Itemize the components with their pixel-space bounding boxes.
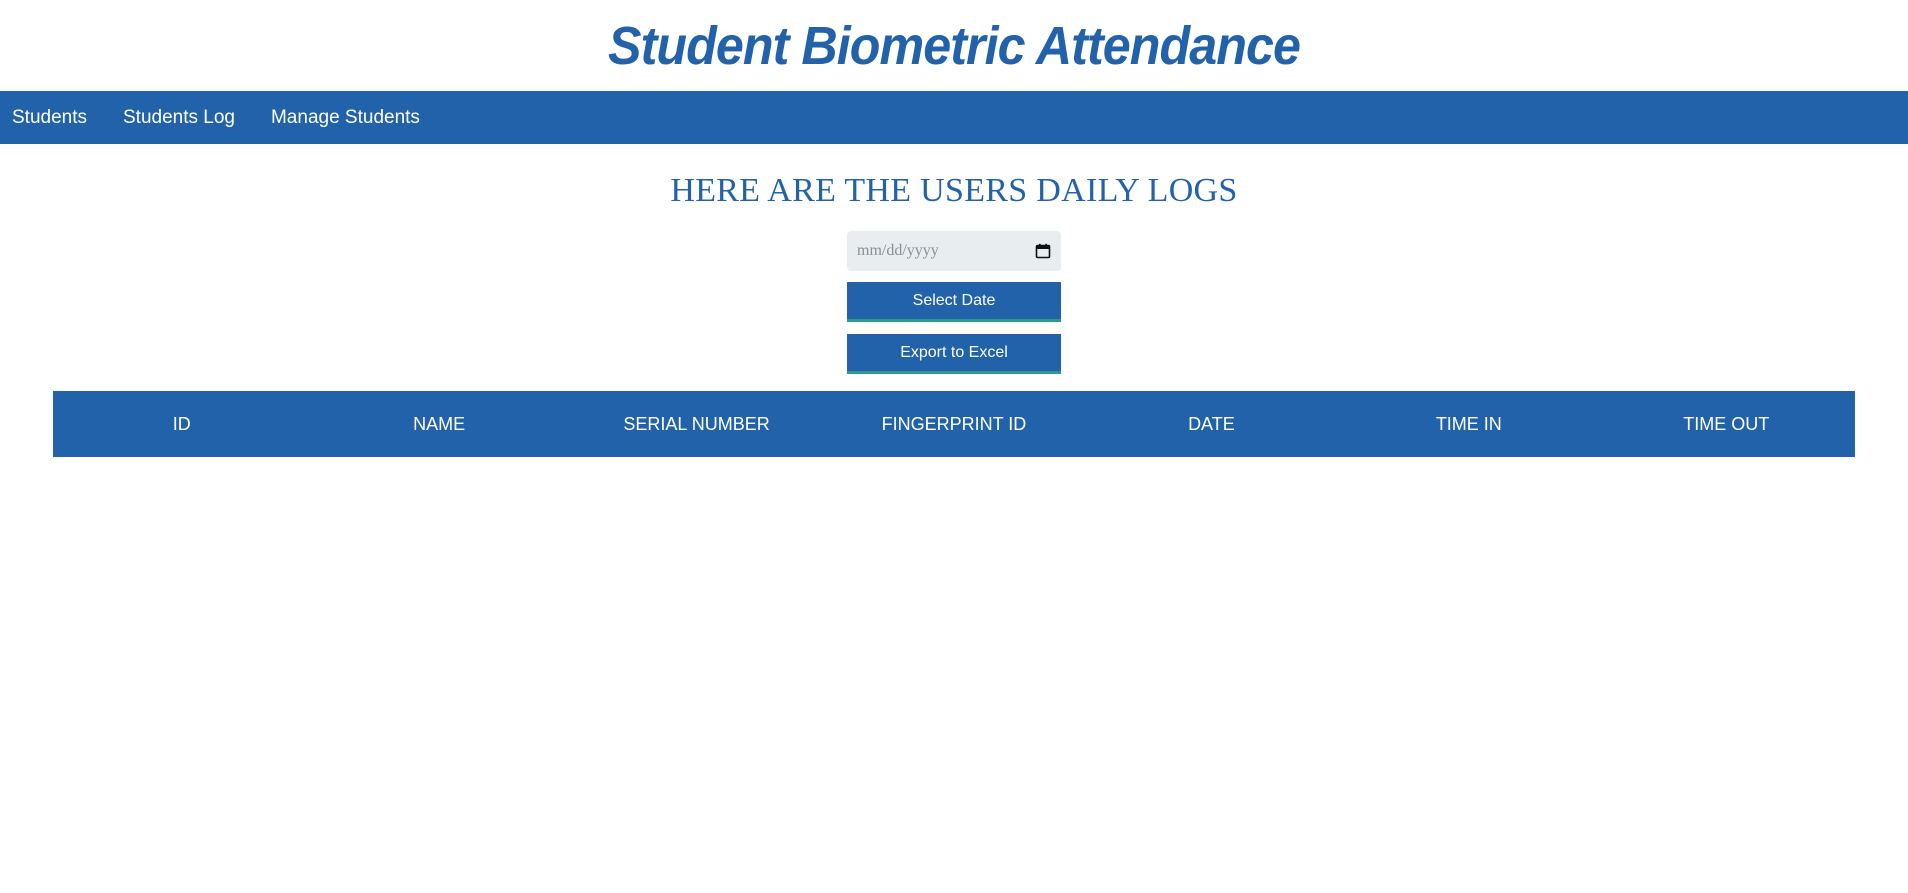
column-header-time-in: TIME IN bbox=[1435, 413, 1502, 434]
main-content: HERE ARE THE USERS DAILY LOGS mm/dd/yyyy… bbox=[0, 172, 1908, 457]
date-input[interactable]: mm/dd/yyyy bbox=[847, 231, 1061, 271]
nav-item-students-log[interactable]: Students Log bbox=[111, 107, 247, 129]
app-header: Student Biometric Attendance bbox=[0, 0, 1908, 91]
page-heading: HERE ARE THE USERS DAILY LOGS bbox=[670, 172, 1238, 209]
column-header-name: NAME bbox=[413, 413, 466, 434]
table-header-row: ID NAME SERIAL NUMBER FINGERPRINT ID DAT… bbox=[53, 391, 1855, 457]
calendar-icon[interactable] bbox=[1035, 243, 1051, 259]
column-header-id: ID bbox=[172, 413, 191, 434]
logs-table-header: ID NAME SERIAL NUMBER FINGERPRINT ID DAT… bbox=[53, 391, 1855, 457]
nav-item-students[interactable]: Students bbox=[0, 107, 99, 129]
nav-item-manage-students[interactable]: Manage Students bbox=[259, 107, 432, 129]
select-date-button[interactable]: Select Date bbox=[847, 282, 1061, 322]
column-header-date: DATE bbox=[1188, 413, 1235, 434]
date-controls: mm/dd/yyyy Select Date Export to Excel bbox=[847, 231, 1061, 374]
export-to-excel-button[interactable]: Export to Excel bbox=[847, 334, 1061, 374]
column-header-serial-number: SERIAL NUMBER bbox=[623, 413, 770, 434]
top-navbar: Students Students Log Manage Students bbox=[0, 91, 1908, 144]
column-header-time-out: TIME OUT bbox=[1683, 413, 1770, 434]
date-input-placeholder: mm/dd/yyyy bbox=[857, 242, 939, 259]
app-title: Student Biometric Attendance bbox=[607, 15, 1301, 76]
column-header-fingerprint-id: FINGERPRINT ID bbox=[881, 413, 1027, 434]
logs-table: ID NAME SERIAL NUMBER FINGERPRINT ID DAT… bbox=[53, 391, 1855, 457]
